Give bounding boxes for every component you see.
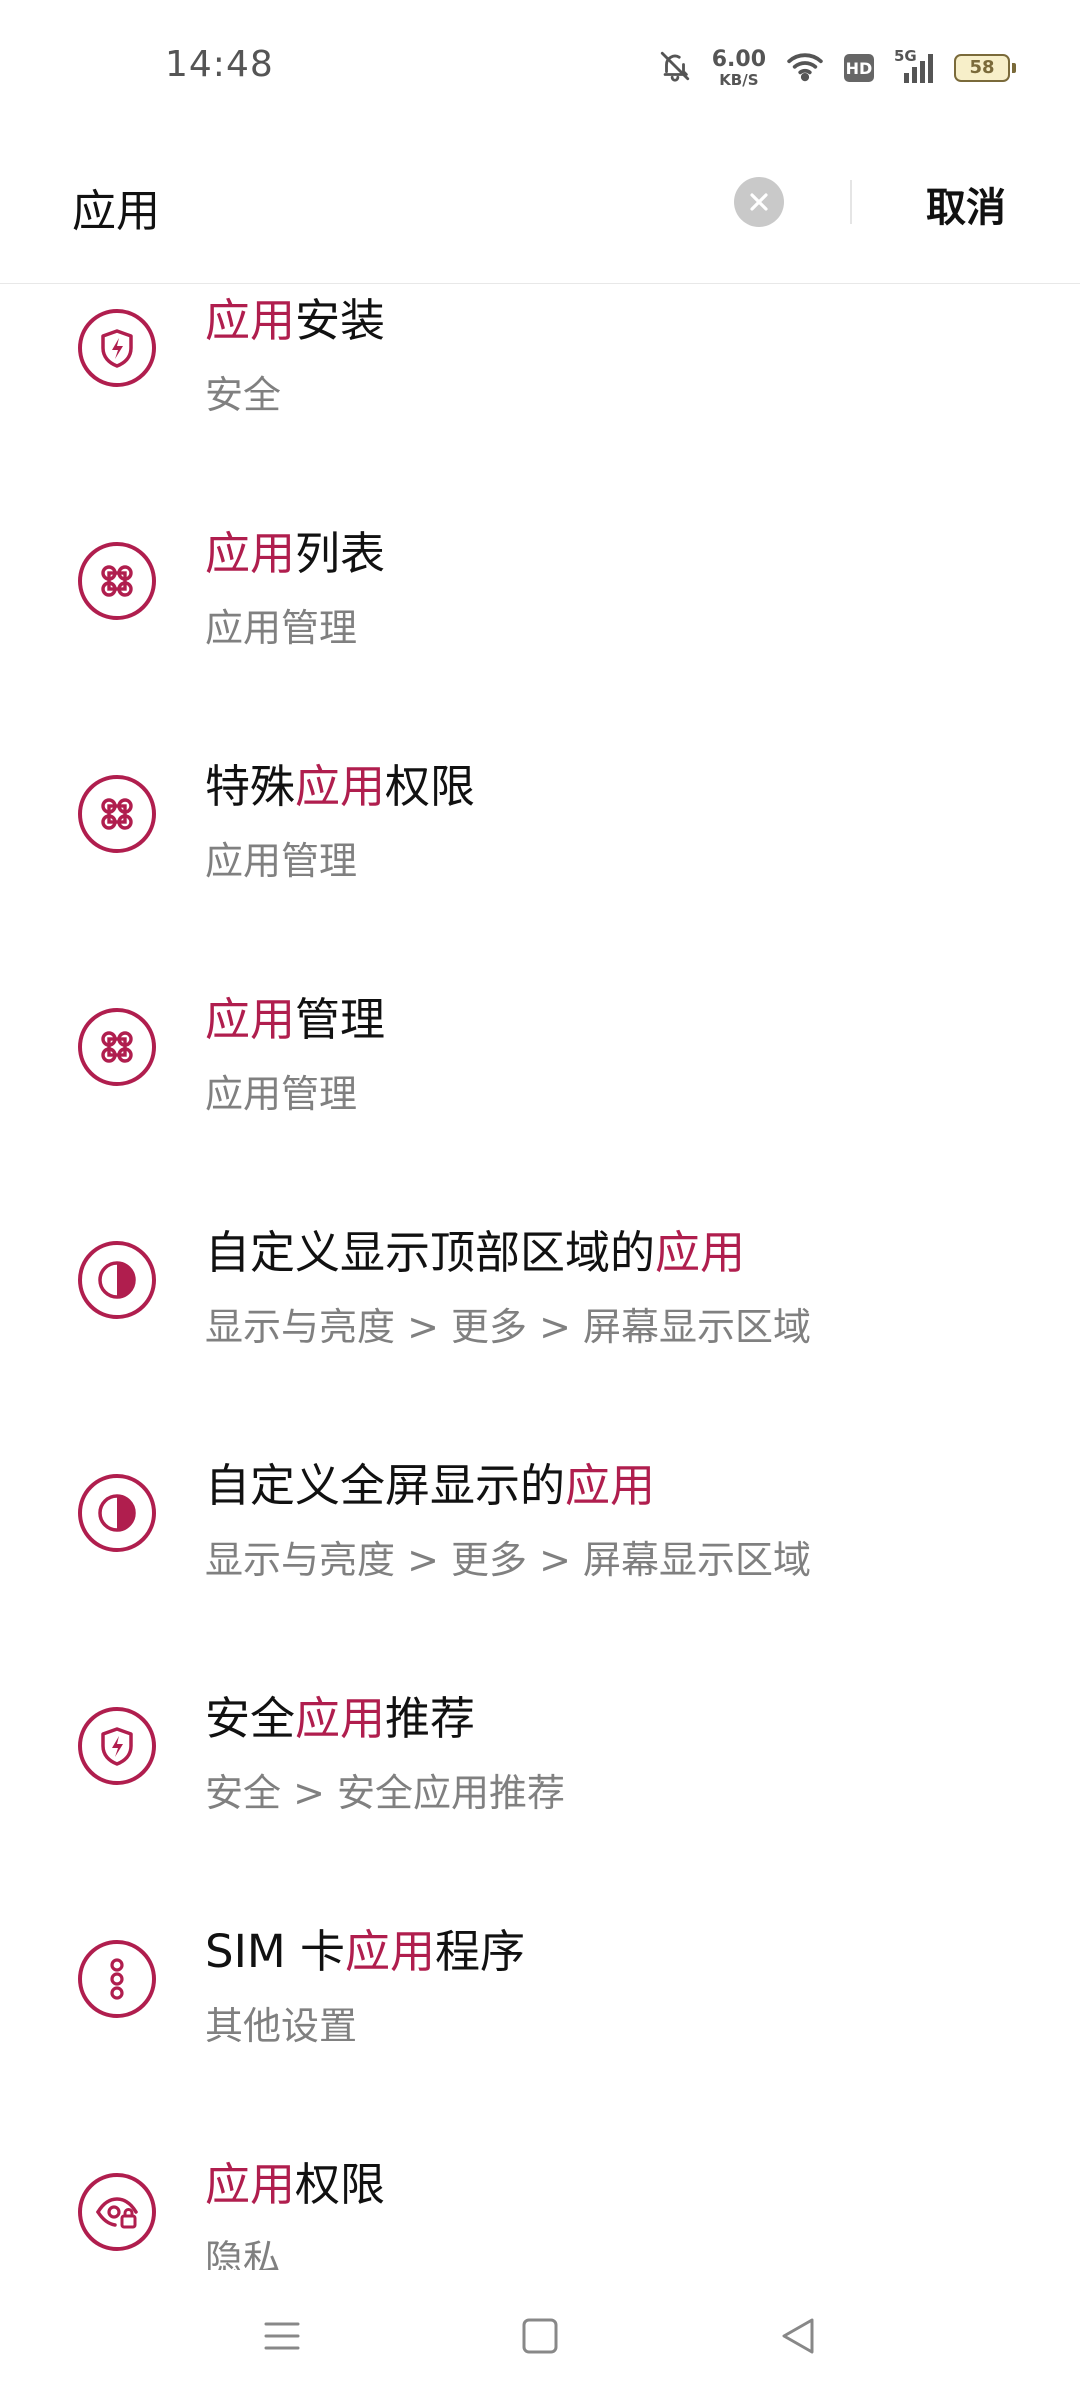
net-speed-value: 6.00	[711, 46, 766, 72]
result-subtitle: 其他设置	[205, 2004, 358, 2048]
home-button[interactable]	[510, 2306, 570, 2366]
result-title: 自定义全屏显示的应用	[205, 1449, 655, 1514]
menu-icon	[264, 2322, 300, 2350]
back-triangle-icon	[782, 2318, 814, 2354]
title-suffix: 权限	[295, 2158, 386, 2211]
result-subtitle: 安全	[205, 373, 282, 417]
title-match: 应用	[295, 1692, 386, 1745]
result-item[interactable]: 应用权限 隐私	[0, 2148, 1080, 2270]
title-match: 应用	[344, 1925, 435, 1978]
close-icon	[750, 193, 768, 211]
title-suffix: 推荐	[385, 1692, 476, 1745]
title-suffix: 权限	[385, 760, 476, 813]
title-suffix: 管理	[295, 993, 386, 1046]
cancel-button[interactable]: 取消	[926, 175, 1006, 233]
result-subtitle: 应用管理	[205, 606, 358, 650]
title-prefix: 特殊	[205, 760, 296, 813]
title-match: 应用	[295, 760, 386, 813]
result-item[interactable]: 应用列表 应用管理	[0, 517, 1080, 750]
net-speed: 6.00 KB/S	[711, 46, 766, 89]
contrast-icon	[78, 1474, 156, 1552]
search-results-list[interactable]: 应用安装 安全 应用列表 应用管理 特殊应用权限 应用管理 应用管理 应用管理 …	[0, 284, 1080, 2270]
result-item[interactable]: 自定义全屏显示的应用 显示与亮度 > 更多 > 屏幕显示区域	[0, 1449, 1080, 1682]
search-divider	[850, 180, 852, 224]
net-speed-unit: KB/S	[719, 70, 759, 89]
title-match: 应用	[205, 527, 296, 580]
result-title: 安全应用推荐	[205, 1682, 475, 1747]
result-subtitle: 隐私	[205, 2237, 282, 2270]
result-title: SIM 卡应用程序	[205, 1915, 525, 1980]
title-prefix: 安全	[205, 1692, 296, 1745]
navigation-bar	[0, 2272, 1080, 2400]
status-icons: 6.00 KB/S HD 5G 58	[658, 40, 1016, 96]
wifi-icon	[786, 50, 824, 86]
result-title: 应用列表	[205, 517, 385, 582]
title-match: 应用	[205, 2158, 296, 2211]
title-suffix: 程序	[434, 1925, 525, 1978]
result-item[interactable]: SIM 卡应用程序 其他设置	[0, 1915, 1080, 2148]
title-prefix: 自定义显示顶部区域的	[205, 1226, 656, 1279]
result-item[interactable]: 应用管理 应用管理	[0, 983, 1080, 1216]
title-suffix: 列表	[295, 527, 386, 580]
shield-bolt-icon	[78, 1707, 156, 1785]
title-prefix: 自定义全屏显示的	[205, 1459, 566, 1512]
result-subtitle: 显示与亮度 > 更多 > 屏幕显示区域	[205, 1305, 811, 1349]
title-prefix: SIM 卡	[205, 1925, 345, 1978]
result-title: 应用权限	[205, 2148, 385, 2213]
status-time: 14:48	[165, 44, 274, 85]
result-subtitle: 应用管理	[205, 839, 358, 883]
signal-icon: 5G	[894, 47, 934, 85]
contrast-icon	[78, 1241, 156, 1319]
title-match: 应用	[655, 1226, 746, 1279]
command-icon	[78, 1008, 156, 1086]
title-match: 应用	[205, 294, 296, 347]
search-bar: 取消	[0, 135, 1080, 284]
more-vertical-icon	[78, 1940, 156, 2018]
result-item[interactable]: 安全应用推荐 安全 > 安全应用推荐	[0, 1682, 1080, 1915]
privacy-eye-lock-icon	[78, 2173, 156, 2251]
menu-button[interactable]	[252, 2306, 312, 2366]
result-title: 应用安装	[205, 284, 385, 349]
command-icon	[78, 775, 156, 853]
hd-icon: HD	[844, 54, 874, 82]
back-button[interactable]	[768, 2306, 828, 2366]
result-title: 特殊应用权限	[205, 750, 475, 815]
title-suffix: 安装	[295, 294, 386, 347]
search-input[interactable]	[72, 177, 692, 237]
result-item[interactable]: 应用安装 安全	[0, 284, 1080, 517]
battery-icon: 58	[954, 54, 1016, 82]
shield-bolt-icon	[78, 309, 156, 387]
result-subtitle: 应用管理	[205, 1072, 358, 1116]
result-item[interactable]: 特殊应用权限 应用管理	[0, 750, 1080, 983]
status-bar: 14:48 6.00 KB/S HD 5G 58	[0, 0, 1080, 135]
result-subtitle: 安全 > 安全应用推荐	[205, 1771, 565, 1815]
home-square-icon	[522, 2318, 558, 2354]
battery-level: 58	[969, 57, 995, 78]
result-title: 应用管理	[205, 983, 385, 1048]
result-item[interactable]: 自定义显示顶部区域的应用 显示与亮度 > 更多 > 屏幕显示区域	[0, 1216, 1080, 1449]
result-subtitle: 显示与亮度 > 更多 > 屏幕显示区域	[205, 1538, 811, 1582]
command-icon	[78, 542, 156, 620]
title-match: 应用	[205, 993, 296, 1046]
result-title: 自定义显示顶部区域的应用	[205, 1216, 745, 1281]
mute-bell-icon	[658, 49, 692, 87]
clear-search-button[interactable]	[734, 177, 784, 227]
title-match: 应用	[565, 1459, 656, 1512]
